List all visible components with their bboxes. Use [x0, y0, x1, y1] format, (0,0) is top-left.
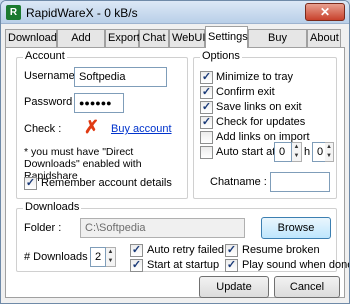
password-input[interactable]: ●●●●●●	[74, 93, 124, 113]
resume-broken-checkbox[interactable]: ✓	[225, 244, 238, 257]
play-sound-label: Play sound when done	[242, 259, 350, 271]
minute-spinner[interactable]: ▲ ▼	[325, 142, 334, 162]
check-updates-label: Check for updates	[216, 116, 306, 128]
remember-checkbox[interactable]: ✓	[24, 177, 37, 190]
app-window: R RapidWareX - 0 kB/s ✕ Downloads Add Li…	[0, 0, 350, 304]
tab-add-links[interactable]: Add Links	[57, 29, 105, 60]
check-updates-checkbox[interactable]: ✓	[200, 116, 213, 129]
tab-chat[interactable]: Chat	[139, 29, 169, 47]
update-button[interactable]: Update	[199, 276, 269, 298]
chatname-input[interactable]	[270, 172, 330, 192]
options-group: Options ✓ Minimize to tray ✓ Confirm exi…	[193, 50, 337, 199]
tab-settings[interactable]: Settings	[205, 26, 248, 48]
hour-spinner[interactable]: ▲ ▼	[292, 142, 302, 162]
username-label: Username :	[24, 70, 81, 82]
downloads-count-label: # Downloads :	[24, 251, 94, 263]
app-icon: R	[6, 5, 21, 20]
start-at-startup-checkbox[interactable]: ✓	[130, 259, 143, 272]
autostart-hour-input[interactable]: 0	[274, 142, 292, 162]
close-button[interactable]: ✕	[305, 3, 345, 21]
start-at-startup-label: Start at startup	[147, 259, 220, 271]
save-links-label: Save links on exit	[216, 101, 302, 113]
username-input[interactable]: Softpedia	[74, 67, 167, 87]
downloads-count-input[interactable]: 2	[90, 247, 106, 267]
hour-unit-label: h	[304, 146, 311, 158]
tab-export[interactable]: Export	[105, 29, 140, 47]
auto-retry-label: Auto retry failed	[147, 244, 225, 256]
browse-button[interactable]: Browse	[261, 217, 331, 239]
account-group: Account Username : Softpedia Password : …	[16, 50, 188, 199]
auto-retry-checkbox[interactable]: ✓	[130, 244, 143, 257]
minimize-tray-checkbox[interactable]: ✓	[200, 71, 213, 84]
title-bar[interactable]: R RapidWareX - 0 kB/s ✕	[1, 1, 349, 24]
add-links-import-checkbox[interactable]	[200, 131, 213, 144]
autostart-checkbox[interactable]	[200, 146, 213, 159]
save-links-checkbox[interactable]: ✓	[200, 101, 213, 114]
remember-label: Remember account details	[41, 177, 172, 189]
settings-panel: Account Username : Softpedia Password : …	[5, 47, 349, 298]
play-sound-checkbox[interactable]: ✓	[225, 259, 238, 272]
tab-downloads[interactable]: Downloads	[5, 29, 62, 47]
password-label: Password :	[24, 96, 79, 108]
account-group-title: Account	[23, 50, 67, 62]
chatname-label: Chatname :	[210, 176, 267, 188]
tab-buy-account[interactable]: Buy Account	[248, 29, 307, 60]
resume-broken-label: Resume broken	[242, 244, 320, 256]
red-x-icon: ✗	[84, 117, 100, 137]
cancel-button[interactable]: Cancel	[274, 276, 340, 298]
tab-about[interactable]: About	[307, 29, 341, 47]
downloads-count-spinner[interactable]: ▲ ▼	[106, 247, 116, 267]
downloads-group: Downloads Folder : C:\Softpedia Browse #…	[16, 201, 349, 272]
confirm-exit-checkbox[interactable]: ✓	[200, 86, 213, 99]
options-group-title: Options	[200, 50, 242, 62]
buy-account-link[interactable]: Buy account	[111, 123, 172, 135]
check-label: Check :	[24, 123, 62, 135]
downloads-group-title: Downloads	[23, 201, 82, 213]
confirm-exit-label: Confirm exit	[216, 86, 275, 98]
folder-label: Folder :	[24, 222, 62, 234]
folder-input[interactable]: C:\Softpedia	[80, 218, 245, 238]
autostart-label: Auto start at	[216, 146, 276, 158]
tab-webui[interactable]: WebUI	[169, 29, 205, 47]
minimize-tray-label: Minimize to tray	[216, 71, 294, 83]
window-title: RapidWareX - 0 kB/s	[26, 6, 138, 20]
